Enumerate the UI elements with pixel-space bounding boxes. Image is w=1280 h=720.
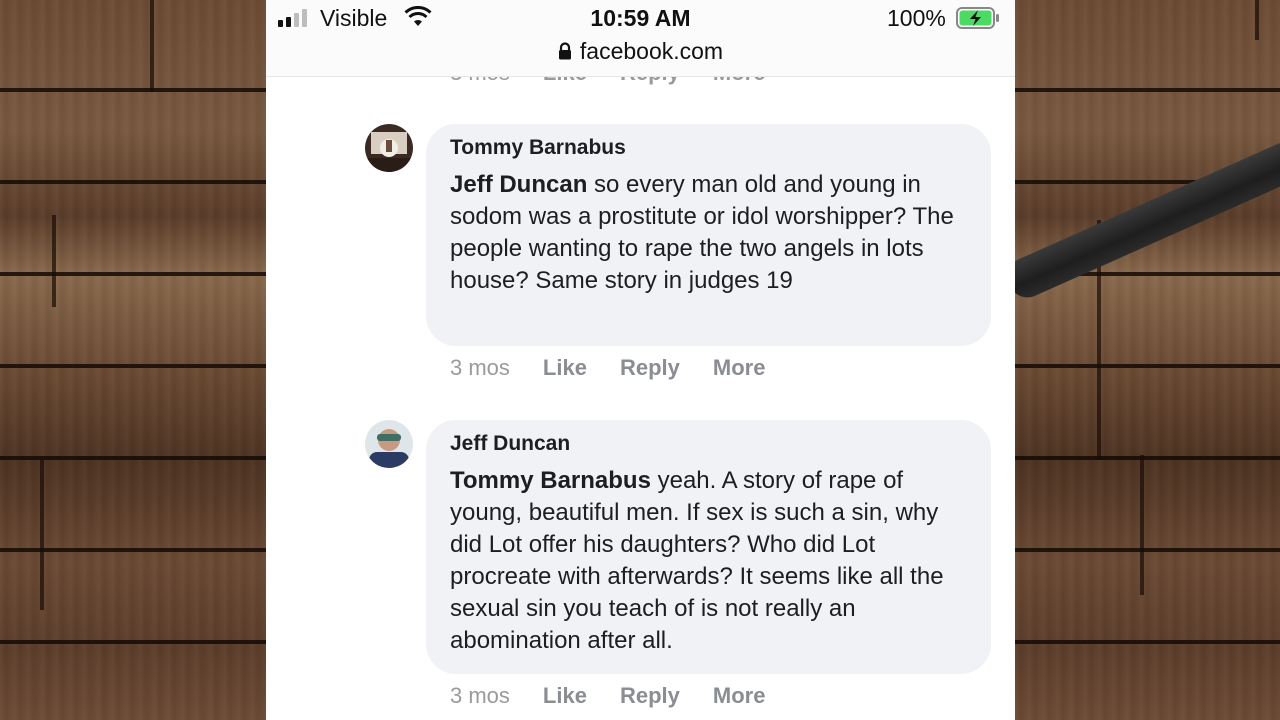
comment-bubble: Jeff Duncan Tommy Barnabus yeah. A story…: [426, 420, 991, 674]
address-bar[interactable]: facebook.com: [266, 38, 1015, 65]
avatar[interactable]: [365, 124, 413, 172]
mention-link[interactable]: Tommy Barnabus: [450, 467, 651, 494]
comment-body: yeah. A story of rape of young, beautifu…: [450, 467, 944, 654]
comment-actions: 3 mos Like Reply More: [450, 683, 765, 709]
comment-author[interactable]: Jeff Duncan: [450, 432, 967, 456]
plank-seam: [150, 0, 154, 92]
plank-seam: [1255, 0, 1259, 40]
comment-text: Tommy Barnabus yeah. A story of rape of …: [450, 465, 967, 657]
lock-icon: [558, 42, 571, 60]
comment-timestamp: 3 mos: [450, 355, 510, 380]
battery-charging-icon: [956, 7, 999, 29]
plank-seam: [52, 215, 56, 307]
reply-button[interactable]: Reply: [620, 683, 680, 709]
comment-text: Jeff Duncan so every man old and young i…: [450, 169, 967, 297]
reply-button[interactable]: Reply: [620, 355, 680, 381]
plank-seam: [1140, 455, 1144, 595]
comment-author[interactable]: Tommy Barnabus: [450, 136, 967, 160]
status-bar: Visible 10:59 AM 100% facebook.com: [266, 0, 1015, 77]
phone-screen: Visible 10:59 AM 100% facebook.com 3 mos…: [266, 0, 1015, 720]
avatar[interactable]: [365, 420, 413, 468]
plank-seam: [40, 460, 44, 610]
battery-percentage: 100%: [887, 5, 946, 31]
like-button[interactable]: Like: [543, 355, 587, 381]
comment-timestamp: 3 mos: [450, 683, 510, 708]
comment-bubble: Tommy Barnabus Jeff Duncan so every man …: [426, 124, 991, 346]
url-text: facebook.com: [579, 38, 724, 64]
more-button[interactable]: More: [713, 355, 766, 381]
wood-background-right: [1015, 0, 1280, 720]
more-button[interactable]: More: [713, 683, 766, 709]
comment-actions: 3 mos Like Reply More: [450, 355, 765, 381]
mention-link[interactable]: Jeff Duncan: [450, 171, 587, 198]
like-button[interactable]: Like: [543, 683, 587, 709]
wood-background-left: [0, 0, 266, 720]
